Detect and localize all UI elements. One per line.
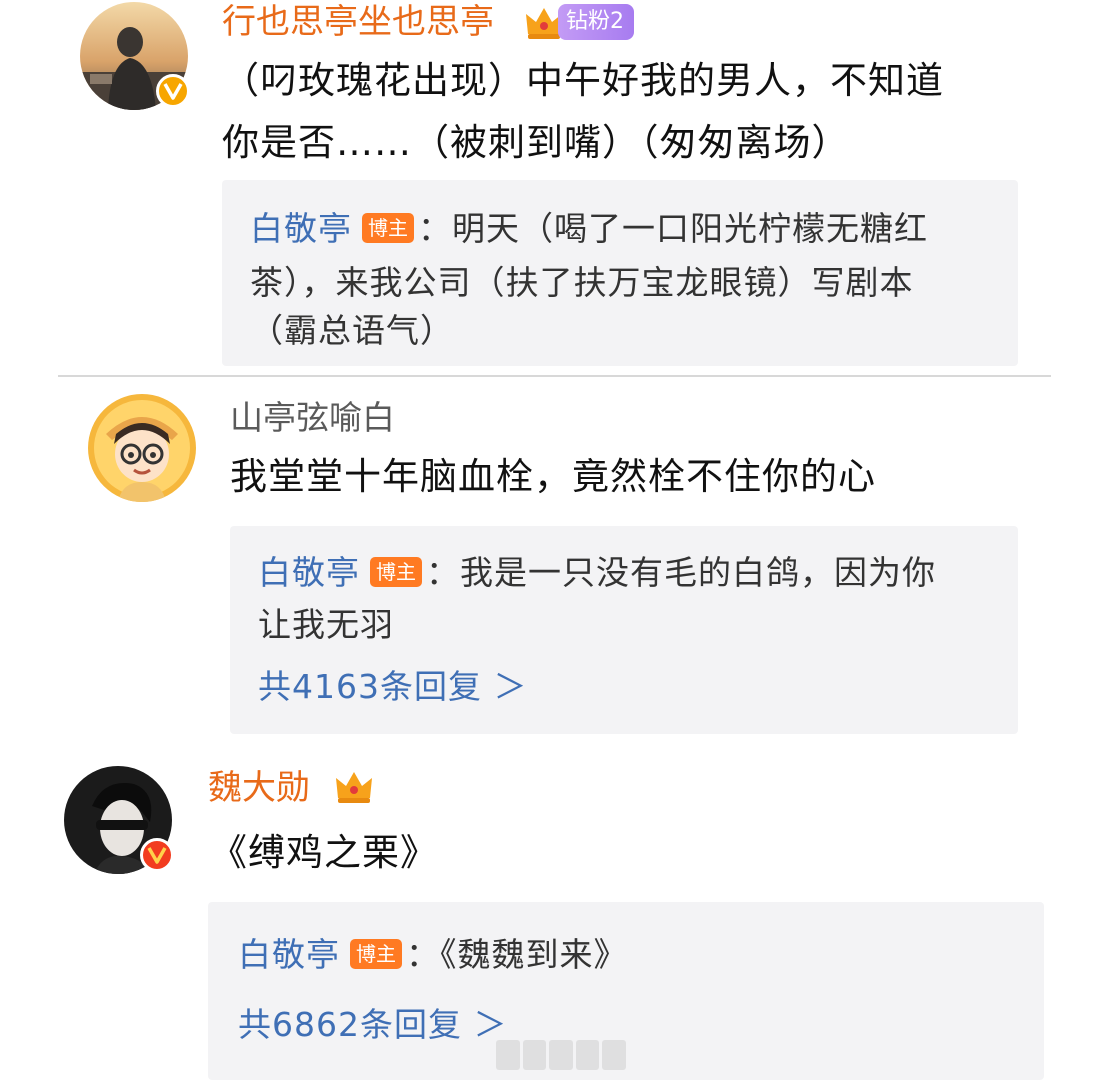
username[interactable]: 魏大勋 [208, 766, 310, 810]
avatar[interactable] [88, 394, 196, 502]
reply-box[interactable]: 白敬亭 博主 ：明天（喝了一口阳光柠檬无糖红 茶），来我公司（扶了扶万宝龙眼镜）写剧… [222, 180, 1018, 366]
total-replies-link[interactable]: 共6862条回复 ＞ [238, 1000, 507, 1050]
blogger-tag: 博主 [350, 939, 402, 969]
comment-text: （叼玫瑰花出现）中午好我的男人，不知道 你是否……（被刺到嘴）（匆匆离场） [222, 50, 1062, 174]
divider [58, 375, 1051, 377]
crown-icon [336, 772, 372, 803]
comment-3: 魏大勋 《缚鸡之栗》 白敬亭 博主 ：《魏魏到来》 共6862条回复 ＞ [0, 750, 1099, 1080]
reply-box[interactable]: 白敬亭 博主 ：我是一只没有毛的白鸽，因为你 让我无羽 共4163条回复 ＞ [230, 526, 1018, 734]
avatar[interactable] [64, 766, 174, 874]
comment-text: 我堂堂十年脑血栓，竟然栓不住你的心 [230, 446, 1050, 508]
comment-text: 《缚鸡之栗》 [210, 822, 1030, 884]
verified-badge-icon [156, 74, 190, 108]
blogger-name[interactable]: 白敬亭 [258, 553, 360, 592]
watermark [496, 1040, 626, 1070]
blogger-tag: 博主 [370, 557, 422, 587]
total-replies-link[interactable]: 共4163条回复 ＞ [258, 662, 527, 712]
username[interactable]: 山亭弦喻白 [230, 396, 395, 440]
comment-text-line: 《缚鸡之栗》 [210, 831, 438, 874]
blogger-name[interactable]: 白敬亭 [250, 209, 352, 248]
comment-text-line: 我堂堂十年脑血栓，竟然栓不住你的心 [230, 455, 876, 498]
reply-text: ：我是一只没有毛的白鸽，因为你 [426, 553, 936, 592]
reply-text: ：明天（喝了一口阳光柠檬无糖红 [418, 209, 928, 248]
comment-1: 行也思亭坐也思亭 钻粉2 （叼玫瑰花出现）中午好我的男人，不知道 你是否……（被… [0, 0, 1099, 370]
avatar[interactable] [80, 2, 190, 110]
verified-badge-icon [140, 838, 174, 872]
reply-text-line: 让我无羽 [258, 605, 394, 644]
reply-first-line: 白敬亭 博主 ：明天（喝了一口阳光柠檬无糖红 [250, 202, 928, 256]
blogger-name[interactable]: 白敬亭 [238, 935, 340, 974]
reply-first-line: 白敬亭 博主 ：《魏魏到来》 [238, 928, 628, 982]
reply-text-line: （霸总语气） [250, 311, 454, 350]
reply-first-line: 白敬亭 博主 ：我是一只没有毛的白鸽，因为你 [258, 546, 936, 600]
comment-2: 山亭弦喻白 我堂堂十年脑血栓，竟然栓不住你的心 白敬亭 博主 ：我是一只没有毛的白鸽… [0, 380, 1099, 740]
comment-text-line: （叼玫瑰花出现）中午好我的男人，不知道 [222, 59, 944, 102]
blogger-tag: 博主 [362, 213, 414, 243]
fan-badge[interactable]: 钻粉2 [558, 4, 634, 40]
reply-text: ：《魏魏到来》 [406, 935, 628, 974]
username[interactable]: 行也思亭坐也思亭 [222, 0, 494, 44]
reply-text-line: 茶），来我公司（扶了扶万宝龙眼镜）写剧本 [250, 263, 914, 302]
reply-box[interactable]: 白敬亭 博主 ：《魏魏到来》 共6862条回复 ＞ [208, 902, 1044, 1080]
comment-text-line: 你是否……（被刺到嘴）（匆匆离场） [222, 121, 850, 164]
